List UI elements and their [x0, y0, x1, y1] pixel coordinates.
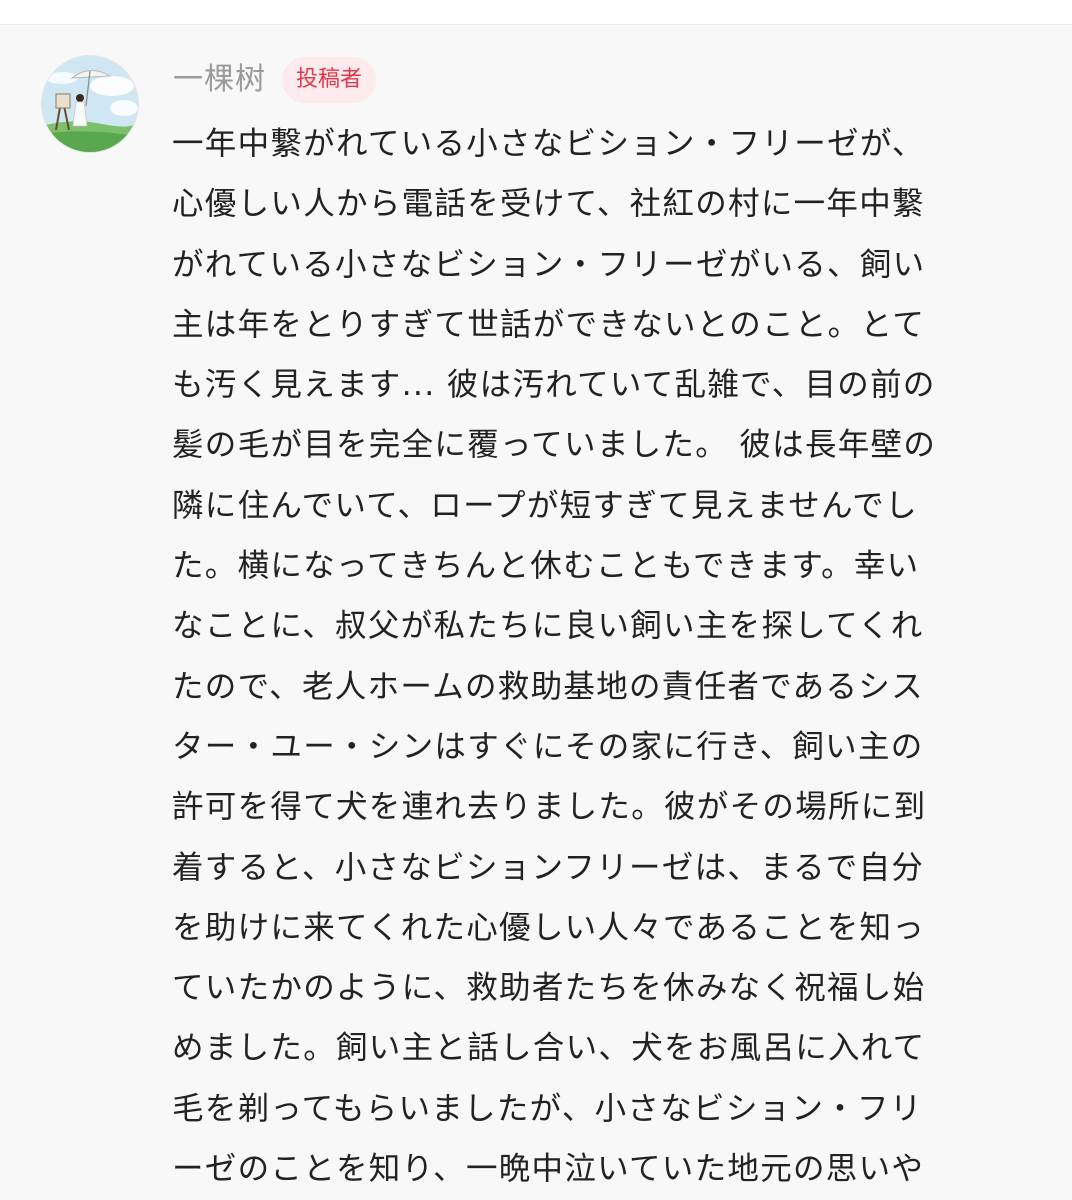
comment-text-line: を助けに来てくれた心優しい人々であることを知っ	[172, 909, 926, 946]
comment-text-line: 着すると、小さなビションフリーゼは、まるで自分	[172, 849, 925, 886]
avatar[interactable]	[41, 55, 139, 153]
comment-text-line: 隣に住んでいて、ロープが短すぎて見えませんでし	[172, 487, 918, 524]
comment-text-line: 髪の毛が目を完全に覆っていました。 彼は長年壁の	[172, 427, 937, 464]
comment-text-line: ていたかのように、救助者たちを休みなく祝福し始	[172, 970, 926, 1007]
author-name[interactable]: 一棵树	[173, 57, 266, 103]
avatar-illustration-icon	[42, 56, 138, 152]
comment-text-line: も汚く見えます... 彼は汚れていて乱雑で、目の前の	[172, 367, 936, 404]
top-strip	[0, 0, 1072, 25]
comment-text-line: がれている小さなビション・フリーゼがいる、飼い	[172, 246, 926, 283]
comment-text-line: めました。飼い主と話し合い、犬をお風呂に入れて	[172, 1030, 926, 1067]
comment-header: 一棵树 投稿者	[173, 57, 377, 103]
comment-text-line: た。横になってきちんと休むこともできます。幸い	[172, 548, 920, 585]
comment-text-line: ーゼのことを知り、一晩中泣いていた地元の思いや	[172, 1151, 925, 1188]
comment-text: 一年中繋がれている小さなビション・フリーゼが、 心優しい人から電話を受けて、社紅の…	[172, 114, 1022, 1199]
comment-text-line: ター・ユー・シンはすぐにその家に行き、飼い主の	[172, 728, 924, 765]
comment-text-line: 毛を剃ってもらいましたが、小さなビション・フリ	[172, 1090, 923, 1127]
comment-text-line: 心優しい人から電話を受けて、社紅の村に一年中繋	[172, 186, 925, 223]
comment-text-line: 一年中繋がれている小さなビション・フリーゼが、	[172, 126, 925, 162]
poster-badge: 投稿者	[282, 57, 377, 103]
comment-text-line: なことに、叔父が私たちに良い飼い主を探してくれ	[172, 608, 924, 645]
comment-text-line: たので、老人ホームの救助基地の責任者であるシス	[172, 668, 924, 705]
comment-item: 一棵树 投稿者 一年中繋がれている小さなビション・フリーゼが、 心優しい人から電話…	[0, 25, 1072, 1200]
comment-text-line: 主は年をとりすぎて世話ができないとのこと。とて	[172, 306, 926, 343]
comment-text-line: 許可を得て犬を連れ去りました。彼がその場所に到	[172, 789, 927, 826]
